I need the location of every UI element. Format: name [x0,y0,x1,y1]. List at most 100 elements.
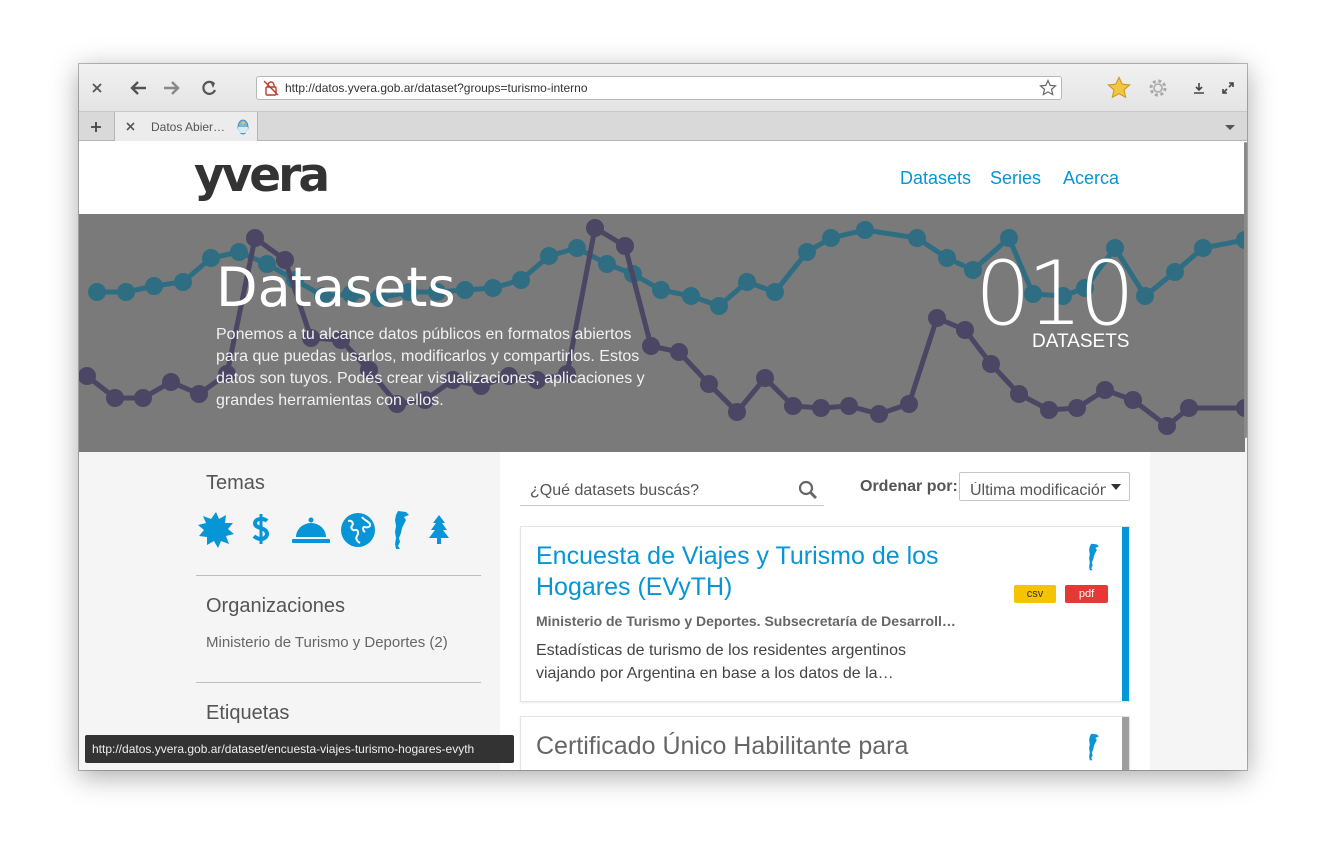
forward-button[interactable] [159,76,183,100]
decorative-dot [162,373,180,391]
decorative-dot [938,249,956,267]
dollar-icon[interactable] [237,510,285,550]
decorative-dot [870,405,888,423]
decorative-dot [1010,385,1028,403]
dataset-search-input[interactable]: ¿Qué datasets buscás? [520,476,824,506]
globe-icon[interactable] [337,510,379,550]
back-button[interactable] [127,76,151,100]
decorative-dot [88,283,106,301]
bookmarks-button[interactable] [1106,75,1132,101]
decorative-dot [856,221,874,239]
page-viewport: yvera Datasets Series Acerca Datasets Po… [79,142,1247,770]
decorative-dot [586,219,604,237]
dataset-description: Estadísticas de turismo de los residente… [536,642,906,682]
sidebar-divider [196,575,481,576]
decorative-dot [1096,381,1114,399]
decorative-dot [682,287,700,305]
dataset-count: 010 [975,242,1135,345]
downloads-button[interactable] [1187,76,1211,100]
decorative-dot [766,283,784,301]
address-bar[interactable]: http://datos.yvera.gob.ar/dataset?groups… [256,76,1062,100]
tab-datos[interactable]: Datos Abier… [114,112,258,141]
fullscreen-button[interactable] [1216,76,1240,100]
dataset-title[interactable]: Certificado Único Habilitante para [536,731,1036,762]
decorative-dot [756,369,774,387]
hero-description: Ponemos a tu alcance datos públicos en f… [216,326,645,409]
decorative-dot [540,247,558,265]
decorative-dot [798,243,816,261]
decorative-dot [1166,263,1184,281]
plus-icon [91,122,101,132]
dataset-title[interactable]: Encuesta de Viajes y Turismo de los Hoga… [536,541,956,603]
service-bell-icon[interactable] [285,510,337,550]
decorative-dot [456,281,474,299]
argentina-map-icon[interactable] [379,510,425,550]
tab-strip: Datos Abier… [79,112,1247,141]
decorative-dot [900,395,918,413]
decorative-dot [190,385,208,403]
argentina-map-icon [1089,543,1099,571]
close-window-button[interactable] [85,76,109,100]
sort-select[interactable]: Última modificación [959,472,1130,501]
decorative-dot [134,389,152,407]
org-filter-item[interactable]: Ministerio de Turismo y Deportes (2) [206,634,448,651]
argentina-seal-favicon-icon [237,119,249,134]
tree-icon[interactable] [425,510,453,550]
decorative-dot [174,273,192,291]
filters-sidebar: Temas Organizaciones Ministerio de Turis… [175,452,500,770]
yvera-logo[interactable]: yvera [194,148,330,203]
decorative-dot [784,397,802,415]
decorative-dot [1068,399,1086,417]
arrow-left-icon [130,81,146,95]
dataset-card[interactable]: Encuesta de Viajes y Turismo de los Hoga… [520,526,1130,702]
nav-series[interactable]: Series [990,168,1041,189]
tab-menu-chevron-icon[interactable] [1223,121,1237,133]
new-tab-button[interactable] [85,116,107,138]
decorative-dot [670,343,688,361]
decorative-dot [484,279,502,297]
search-icon[interactable] [798,480,818,500]
sun-icon[interactable] [195,510,237,550]
page-title: Datasets [216,256,456,319]
gold-star-icon [1107,76,1131,99]
nav-datasets[interactable]: Datasets [900,168,971,189]
dataset-count-label: DATASETS [1032,331,1130,352]
reload-button[interactable] [197,76,221,100]
expand-icon [1222,82,1234,94]
decorative-dot [1136,287,1154,305]
reload-icon [202,80,217,95]
card-accent-bar [1122,717,1129,770]
dropdown-arrow-icon [1111,484,1121,490]
decorative-dot [908,229,926,247]
sidebar-divider [196,682,481,683]
decorative-dot [840,397,858,415]
insecure-lock-icon [263,80,279,96]
decorative-dot [1040,401,1058,419]
close-icon [92,83,102,93]
nav-acerca[interactable]: Acerca [1063,168,1119,189]
decorative-dot [616,237,634,255]
settings-button[interactable] [1145,75,1171,101]
gear-icon [1149,79,1167,97]
decorative-dot [1180,399,1198,417]
decorative-dot [928,309,946,327]
card-accent-bar [1122,527,1129,701]
decorative-dot [728,403,746,421]
decorative-dot [1158,417,1176,435]
argentina-map-icon [1089,733,1099,761]
dataset-card[interactable]: Certificado Único Habilitante para [520,716,1130,770]
bookmark-star-icon[interactable] [1039,79,1057,97]
decorative-dot [1194,239,1212,257]
decorative-dot [512,271,530,289]
decorative-dot [982,355,1000,373]
arrow-right-icon [164,81,180,95]
page-scrollbar[interactable] [1244,142,1247,438]
format-badge-pdf: pdf [1065,585,1108,603]
decorative-dot [710,297,728,315]
tab-close-button[interactable] [123,120,137,134]
sort-label: Ordenar por: [860,478,958,495]
orgs-heading: Organizaciones [206,595,345,617]
tab-title: Datos Abier… [151,119,226,134]
close-icon [125,122,135,131]
download-icon [1194,83,1204,94]
